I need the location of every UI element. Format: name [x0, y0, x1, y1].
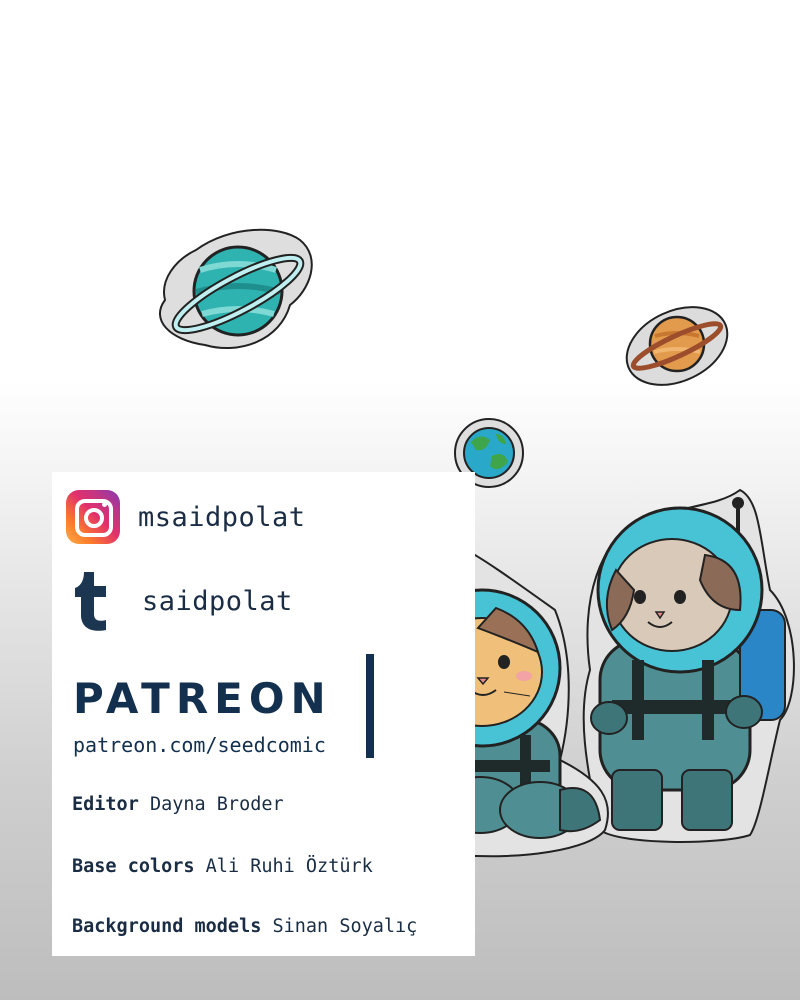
- patreon-wordmark: PATREON: [73, 674, 332, 723]
- credit-person: Dayna Broder: [149, 794, 284, 815]
- tumblr-row[interactable]: saidpolat: [72, 570, 293, 632]
- tumblr-icon: [75, 572, 106, 631]
- patreon-divider-bar: [366, 654, 374, 758]
- dog-astronaut-sticker: [582, 488, 795, 843]
- credit-person: Ali Ruhi Öztürk: [205, 856, 373, 877]
- instagram-icon: [66, 490, 120, 544]
- orange-ringed-planet-sticker: [625, 306, 729, 386]
- credit-role: Editor: [72, 794, 139, 815]
- patreon-url-link[interactable]: patreon.com/seedcomic: [73, 733, 326, 757]
- credit-person: Sinan Soyalıç: [272, 916, 418, 937]
- credit-editor: Editor Dayna Broder: [72, 794, 284, 815]
- tumblr-handle: saidpolat: [142, 585, 293, 617]
- credit-role: Base colors: [72, 856, 195, 877]
- instagram-handle: msaidpolat: [138, 501, 306, 533]
- teal-ringed-planet-sticker: [159, 228, 313, 350]
- credit-base-colors: Base colors Ali Ruhi Öztürk: [72, 856, 373, 877]
- instagram-row[interactable]: msaidpolat: [66, 490, 306, 544]
- credit-role: Background models: [72, 916, 262, 937]
- credit-background-models: Background models Sinan Soyalıç: [72, 916, 417, 937]
